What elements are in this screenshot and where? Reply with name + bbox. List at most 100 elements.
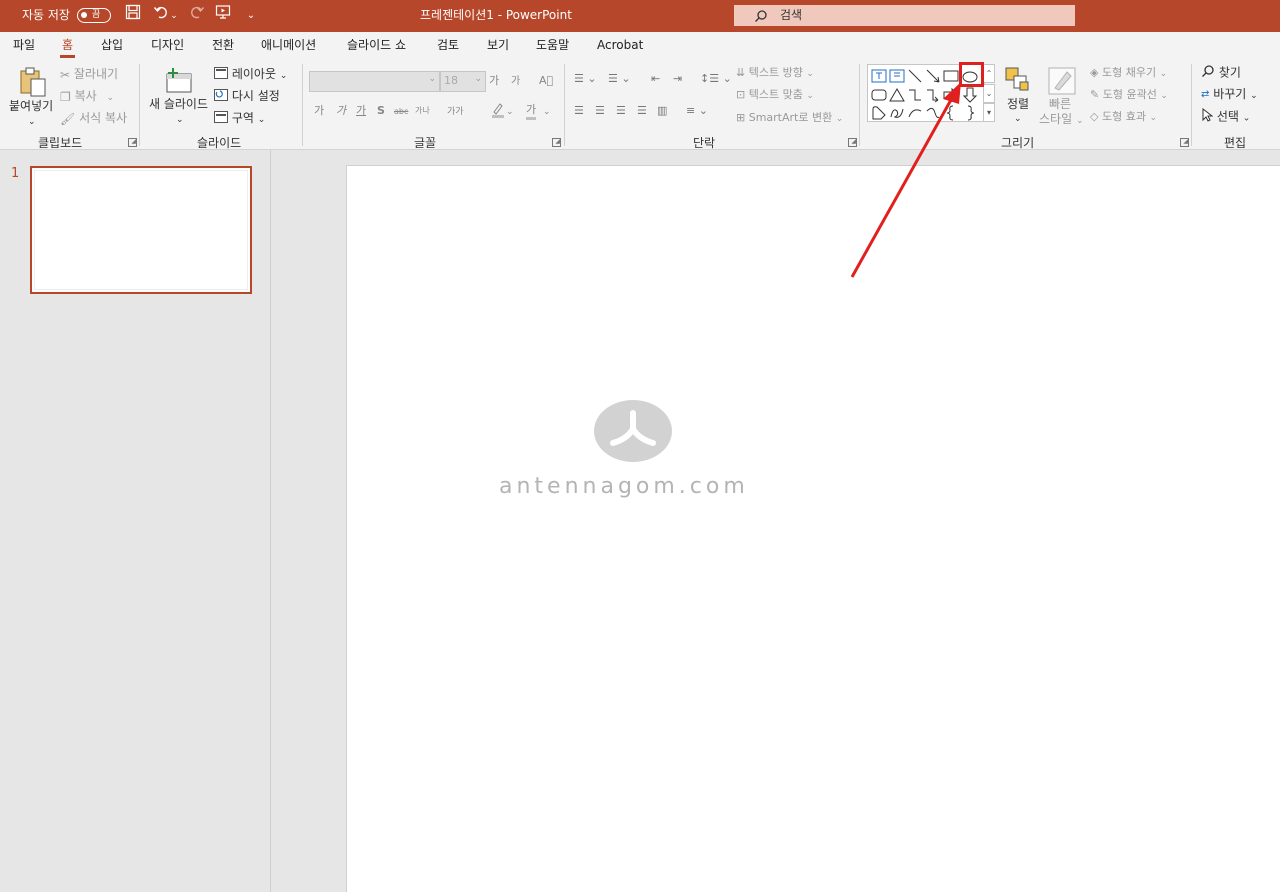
shapes-more-icon[interactable]: ▾ [983,103,995,122]
rectangle-shape-icon[interactable] [943,68,959,84]
paste-button[interactable]: 붙여넣기 [9,98,53,114]
quick-styles-icon[interactable] [1047,66,1077,100]
italic-button[interactable]: 가 [336,104,346,118]
increase-indent-icon[interactable]: ⇥ [673,72,682,86]
start-from-beginning-icon[interactable] [212,4,234,28]
reset-button[interactable]: 다시 설정 [214,88,280,105]
align-right-icon[interactable]: ☰ [616,104,626,118]
shape-fill-button[interactable]: ◈ 도형 채우기 ⌄ [1090,66,1167,81]
highlight-icon[interactable] [491,102,505,122]
quick-styles-label-1[interactable]: 빠른 [1049,96,1071,112]
new-slide-button[interactable]: 새 슬라이드 [149,96,208,112]
arrow-line-shape-icon[interactable] [925,68,941,84]
tab-home[interactable]: 홈 [59,36,76,58]
tab-help[interactable]: 도움말 [536,36,569,54]
curve-shape-icon[interactable] [925,105,941,121]
bold-button[interactable]: 가 [314,104,324,118]
shapes-scroll-up-icon[interactable]: ⌃ [983,64,995,83]
section-button[interactable]: 구역 ⌄ [214,110,265,128]
right-brace-shape-icon[interactable] [962,105,978,121]
find-button[interactable]: 찾기 [1201,64,1241,82]
char-spacing-button[interactable]: 가나 [415,104,430,118]
drawing-launcher-icon[interactable]: ◢ [1180,138,1189,147]
font-color-dropdown-icon[interactable]: ⌄ [543,105,551,119]
tab-design[interactable]: 디자인 [151,36,184,54]
select-label: 선택 [1216,109,1239,124]
highlight-dropdown-icon[interactable]: ⌄ [506,105,514,119]
layout-button[interactable]: 레이아웃 ⌄ [214,66,287,84]
justify-icon[interactable]: ☰ [637,104,647,118]
numbering-icon[interactable]: ☰ ⌄ [608,72,631,86]
strikethrough-button[interactable]: abc [394,105,408,119]
bullets-icon[interactable]: ☰ ⌄ [574,72,597,86]
tab-insert[interactable]: 삽입 [101,36,123,54]
shadow-button[interactable]: S [377,104,385,118]
block-arrow-down-shape-icon[interactable] [962,87,978,103]
tab-slideshow[interactable]: 슬라이드 쇼 [347,36,406,54]
font-launcher-icon[interactable]: ◢ [552,138,561,147]
format-painter-button[interactable]: 🖌 서식 복사 [60,110,127,127]
paragraph-launcher-icon[interactable]: ◢ [848,138,857,147]
grow-font-button[interactable]: 가 [489,74,499,88]
paste-dropdown-icon[interactable]: ⌄ [28,114,36,130]
tab-acrobat[interactable]: Acrobat [597,36,643,54]
slide-thumbnail[interactable] [30,166,252,294]
customize-qat-icon[interactable]: ⌄ [240,4,262,28]
rounded-rectangle-shape-icon[interactable] [871,87,887,103]
align-text-button[interactable]: ⊡ 텍스트 맞춤 ⌄ [736,88,814,103]
change-case-button[interactable]: 가가 [447,105,464,119]
font-name-combobox[interactable]: ⌄ [309,71,440,92]
smartart-button[interactable]: ⊞ SmartArt로 변환 ⌄ [736,111,843,126]
undo-dropdown-icon[interactable]: ⌄ [168,4,180,28]
shrink-font-button[interactable]: 가 [511,75,520,89]
arrange-button[interactable]: 정렬 [1007,96,1029,112]
font-size-combobox[interactable]: 18 ⌄ [440,71,486,92]
elbow-connector-shape-icon[interactable] [907,87,923,103]
arc-shape-icon[interactable] [907,105,923,121]
clipboard-launcher-icon[interactable]: ◢ [128,138,137,147]
font-color-button[interactable]: 가 [526,103,537,120]
columns-icon[interactable]: ▥ [657,104,667,118]
shape-effects-button[interactable]: ◇ 도형 효과 ⌄ [1090,110,1157,125]
tab-review[interactable]: 검토 [437,36,459,54]
copy-button[interactable]: ❐ 복사 ⌄ [60,88,114,106]
paste-icon[interactable] [18,66,48,102]
decrease-indent-icon[interactable]: ⇤ [651,72,660,86]
cursor-icon [1201,107,1214,126]
quick-styles-label-2[interactable]: 스타일 ⌄ [1039,111,1084,129]
freeform-shape-icon[interactable] [871,105,887,121]
arrange-dropdown-icon[interactable]: ⌄ [1014,111,1022,127]
new-slide-dropdown-icon[interactable]: ⌄ [176,112,184,128]
save-icon[interactable] [122,4,144,28]
line-spacing-icon[interactable]: ↕☰ ⌄ [700,72,732,86]
search-box[interactable]: 검색 [734,5,1075,26]
tab-transitions[interactable]: 전환 [212,36,234,54]
tab-view[interactable]: 보기 [487,36,509,54]
slide-canvas[interactable] [346,165,1280,892]
align-left-icon[interactable]: ☰ [574,104,584,118]
tab-file[interactable]: 파일 [13,36,35,54]
left-brace-shape-icon[interactable] [943,105,959,121]
elbow-arrow-connector-shape-icon[interactable] [925,87,941,103]
tab-animations[interactable]: 애니메이션 [261,36,316,54]
block-arrow-right-shape-icon[interactable] [943,87,959,103]
vertical-textbox-shape-icon[interactable] [889,68,905,84]
autosave-toggle[interactable]: 끔 [77,8,111,23]
replace-button[interactable]: ⇄ 바꾸기 ⌄ [1201,86,1258,104]
new-slide-icon[interactable] [164,66,194,100]
text-direction-button[interactable]: ⇊ 텍스트 방향 ⌄ [736,66,814,81]
redo-icon[interactable] [186,4,208,28]
select-button[interactable]: 선택 ⌄ [1201,107,1250,127]
shapes-scroll-down-icon[interactable]: ⌄ [983,84,995,103]
text-direction-small-icon[interactable]: ≡ ⌄ [686,104,708,118]
shape-outline-button[interactable]: ✎ 도형 윤곽선 ⌄ [1090,88,1168,103]
arrange-icon[interactable] [1004,66,1032,98]
triangle-shape-icon[interactable] [889,87,905,103]
underline-button[interactable]: 가 [356,104,366,118]
scribble-shape-icon[interactable] [889,105,905,121]
textbox-shape-icon[interactable] [871,68,887,84]
align-center-icon[interactable]: ☰ [595,104,605,118]
clear-formatting-icon[interactable]: A⃥ [539,74,553,88]
line-shape-icon[interactable] [907,68,923,84]
cut-button[interactable]: ✂ 잘라내기 [60,66,118,83]
